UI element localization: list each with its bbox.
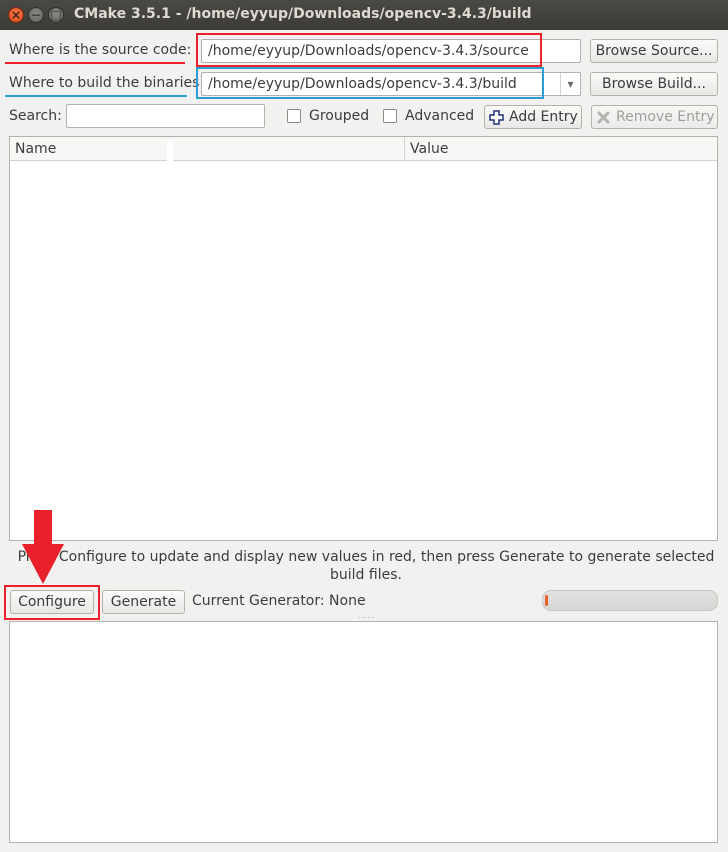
generate-button[interactable]: Generate [102, 590, 185, 614]
column-header-value[interactable]: Value [405, 137, 448, 161]
browse-source-button[interactable]: Browse Source... [590, 39, 718, 63]
help-text: Press Configure to update and display ne… [17, 549, 715, 583]
maximize-icon: □ [50, 8, 62, 22]
search-input[interactable] [66, 104, 265, 128]
remove-entry-button[interactable]: Remove Entry [591, 105, 718, 129]
browse-build-button[interactable]: Browse Build... [590, 72, 718, 96]
remove-icon [597, 111, 610, 124]
annotation-arrow-head [22, 544, 64, 584]
source-highlight-box [196, 33, 542, 67]
annotation-arrow-shaft [34, 510, 52, 546]
maximize-button[interactable]: □ [48, 7, 64, 23]
splitter-grip-icon[interactable]: ⋯⋯ [358, 614, 375, 622]
add-entry-button[interactable]: Add Entry [484, 105, 582, 129]
cache-table[interactable]: Name Value [9, 136, 718, 541]
search-label: Search: [9, 108, 62, 124]
minimize-icon: − [30, 8, 42, 22]
progress-fill [545, 595, 548, 606]
column-header-name[interactable]: Name [10, 137, 56, 161]
title-bar: × − □ CMake 3.5.1 - /home/eyyup/Download… [0, 0, 728, 30]
progress-bar [542, 590, 718, 611]
grouped-label: Grouped [309, 108, 370, 124]
build-label: Where to build the binaries: [9, 75, 205, 91]
build-label-underline [5, 95, 187, 97]
remove-entry-label: Remove Entry [616, 109, 715, 125]
grouped-checkbox[interactable] [287, 109, 301, 123]
table-header: Name Value [10, 137, 717, 162]
dropdown-arrow-icon[interactable]: ▾ [560, 73, 580, 95]
header-gap [167, 140, 173, 162]
close-button[interactable]: × [8, 7, 24, 23]
configure-button[interactable]: Configure [10, 590, 94, 614]
source-label: Where is the source code: [9, 42, 192, 58]
build-highlight-box [196, 67, 544, 99]
current-generator-text: Current Generator: None [192, 593, 366, 609]
add-icon [489, 110, 504, 125]
close-icon: × [10, 8, 22, 22]
add-entry-label: Add Entry [509, 109, 578, 125]
window-title: CMake 3.5.1 - /home/eyyup/Downloads/open… [74, 6, 532, 22]
output-log[interactable] [9, 621, 718, 843]
annotation-arrow [22, 510, 64, 586]
minimize-button[interactable]: − [28, 7, 44, 23]
source-label-underline [5, 62, 185, 64]
advanced-label: Advanced [405, 108, 475, 124]
advanced-checkbox[interactable] [383, 109, 397, 123]
